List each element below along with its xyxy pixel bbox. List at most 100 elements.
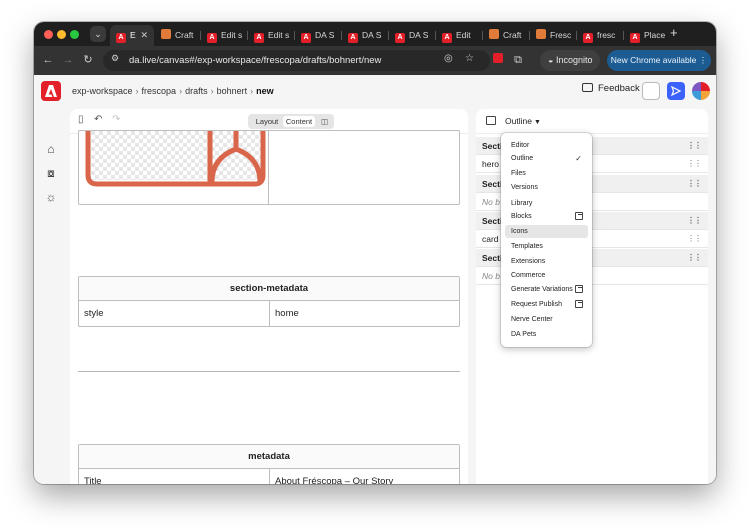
bookmark-star-icon[interactable]: ☆	[465, 53, 474, 64]
view-toggle: Layout Content ◫	[248, 114, 334, 129]
menu-item-label: Outline	[511, 155, 534, 162]
tab-10[interactable]: Fresc	[530, 26, 575, 44]
menu-item-editor[interactable]: Editor	[505, 139, 588, 152]
drag-handle-icon[interactable]: ⋮⋮	[687, 175, 702, 193]
lightbulb-icon[interactable]: ☼	[43, 189, 59, 205]
adobe-favicon-icon: A	[395, 33, 405, 43]
menu-item-da-pets[interactable]: DA Pets	[505, 328, 588, 341]
close-window-button[interactable]	[44, 30, 53, 39]
menu-item-extensions[interactable]: Extensions	[505, 255, 588, 268]
address-bar[interactable]: ⚙ da.live/canvas#/exp-workspace/frescopa…	[103, 50, 490, 71]
hero-block-table[interactable]	[78, 130, 460, 205]
adobe-logo-icon[interactable]	[41, 81, 61, 101]
feedback-button[interactable]: Feedback	[582, 83, 640, 94]
table-cell-value[interactable]: About Fréscopa – Our Story	[269, 469, 459, 484]
incognito-indicator[interactable]: ◒ Incognito	[540, 50, 601, 71]
adobe-favicon-icon: A	[301, 33, 311, 43]
table-cell-value[interactable]: home	[269, 301, 459, 326]
editor-panel: ▯ ↶ ↷ Layout Content ◫ section-metadata …	[70, 109, 468, 484]
minimize-window-button[interactable]	[57, 30, 66, 39]
tab-label: Place	[644, 30, 666, 40]
menu-item-outline[interactable]: Outline ✓	[505, 152, 588, 165]
site-settings-icon[interactable]: ⚙	[111, 53, 119, 64]
content-tab[interactable]: Content	[283, 116, 315, 127]
tab-3[interactable]: A Edit s	[201, 26, 246, 44]
reload-icon[interactable]: ↻	[80, 52, 96, 68]
tab-7[interactable]: A DA S	[389, 26, 434, 44]
menu-item-commerce[interactable]: Commerce	[505, 269, 588, 282]
sidebar-toggle-icon[interactable]: ▯	[78, 114, 84, 125]
view-select[interactable]: Outline ▼	[505, 109, 541, 135]
drag-handle-icon[interactable]: ⋮⋮	[687, 155, 702, 173]
open-external-icon	[575, 212, 583, 220]
drag-handle-icon[interactable]: ⋮⋮	[687, 137, 702, 155]
document-canvas[interactable]: section-metadata style home metadata Tit…	[70, 130, 468, 484]
publish-send-icon[interactable]	[667, 82, 685, 100]
eye-off-icon[interactable]: ◎	[444, 53, 453, 64]
tab-search-chevron-icon[interactable]: ⌄	[90, 26, 106, 42]
table-row[interactable]: Title About Fréscopa – Our Story	[79, 469, 459, 484]
metadata-table[interactable]: metadata Title About Fréscopa – Our Stor…	[78, 444, 460, 484]
image-cell[interactable]	[79, 131, 269, 204]
blocks-icon[interactable]: ⧇	[43, 165, 59, 181]
menu-item-label: Extensions	[511, 258, 546, 265]
redo-icon[interactable]: ↷	[112, 114, 120, 125]
undo-icon[interactable]: ↶	[94, 114, 102, 125]
tab-11[interactable]: Afresc	[577, 26, 622, 44]
tab-9[interactable]: Craft	[483, 26, 528, 44]
tab-12[interactable]: A Place	[624, 26, 668, 44]
table-header: section-metadata	[79, 277, 459, 301]
adobe-favicon-icon: A	[116, 33, 126, 43]
forward-arrow-icon[interactable]: →	[60, 52, 76, 68]
layout-tab[interactable]: Layout	[251, 116, 283, 127]
preview-document-icon[interactable]	[642, 82, 660, 100]
close-tab-icon[interactable]: ✕	[140, 25, 148, 46]
menu-item-label: Nerve Center	[511, 316, 553, 323]
menu-item-blocks[interactable]: Blocks	[505, 210, 588, 223]
menu-item-generate-variations[interactable]: Generate Variations	[505, 283, 588, 296]
section-metadata-table[interactable]: section-metadata style home	[78, 276, 460, 327]
maximize-window-button[interactable]	[70, 30, 79, 39]
user-avatar[interactable]	[692, 82, 710, 100]
chat-bubble-icon	[582, 83, 593, 92]
tab-5[interactable]: A DA S	[295, 26, 340, 44]
table-row[interactable]: style home	[79, 301, 459, 326]
tab-1[interactable]: AE ✕	[110, 25, 154, 46]
left-rail: ⌂ ⧇ ☼	[34, 107, 68, 484]
chevron-right-icon: ›	[210, 86, 214, 96]
extensions-puzzle-icon[interactable]: ⧉	[510, 52, 526, 68]
panel-toggle-icon[interactable]	[486, 116, 496, 125]
back-arrow-icon[interactable]: ←	[40, 52, 56, 68]
breadcrumb-item[interactable]: bohnert	[217, 86, 248, 96]
table-cell-key[interactable]: style	[79, 301, 269, 326]
menu-item-nerve-center[interactable]: Nerve Center	[505, 313, 588, 326]
breadcrumb-item[interactable]: frescopa	[142, 86, 177, 96]
tab-4[interactable]: A Edit s	[248, 26, 293, 44]
tab-2[interactable]: Craft	[155, 26, 199, 44]
tab-8[interactable]: A Edit	[436, 26, 481, 44]
breadcrumb: exp-workspace › frescopa › drafts › bohnert › ne…	[72, 75, 274, 107]
drag-handle-icon[interactable]: ⋮⋮	[687, 230, 702, 248]
menu-item-library[interactable]: Library	[505, 197, 588, 210]
menu-item-templates[interactable]: Templates	[505, 240, 588, 253]
menu-item-label: Library	[511, 200, 533, 207]
home-icon[interactable]: ⌂	[43, 141, 59, 157]
drag-handle-icon[interactable]: ⋮⋮	[687, 249, 702, 267]
new-chrome-available-button[interactable]: New Chrome available ⋮	[607, 50, 711, 71]
breadcrumb-item[interactable]: exp-workspace	[72, 86, 133, 96]
breadcrumb-item[interactable]: drafts	[185, 86, 208, 96]
menu-item-label: Generate Variations	[511, 286, 573, 293]
tab-6[interactable]: A DA S	[342, 26, 387, 44]
menu-item-request-publish[interactable]: Request Publish	[505, 298, 588, 311]
tab-label: Craft	[503, 30, 522, 40]
drag-handle-icon[interactable]: ⋮⋮	[687, 212, 702, 230]
tab-label: DA S	[315, 30, 335, 40]
table-cell-key[interactable]: Title	[79, 469, 269, 484]
menu-item-icons[interactable]: Icons	[505, 225, 588, 238]
craft-favicon-icon	[536, 29, 546, 39]
split-view-icon[interactable]: ◫	[318, 116, 331, 127]
menu-item-files[interactable]: Files	[505, 167, 588, 180]
menu-item-versions[interactable]: Versions	[505, 181, 588, 194]
adobe-extension-icon[interactable]	[490, 52, 506, 68]
new-tab-plus-icon[interactable]: +	[670, 25, 678, 40]
